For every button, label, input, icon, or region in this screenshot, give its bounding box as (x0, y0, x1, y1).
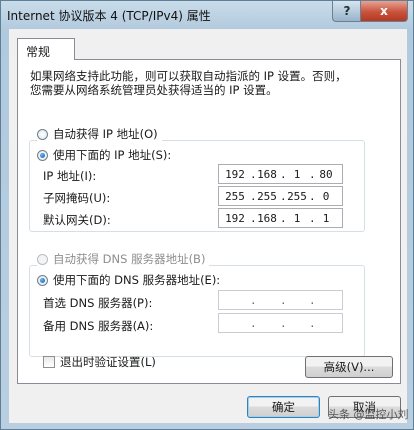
ip-dot: . (250, 317, 257, 330)
validate-settings-label: 退出时验证设置(L) (60, 355, 156, 369)
ip-octet: 1 (293, 168, 301, 181)
radio-manual-ip-indicator (37, 149, 48, 161)
ok-button[interactable]: 确定 (247, 396, 320, 418)
alternate-dns-input[interactable]: . . . (218, 313, 343, 333)
description-line-1: 如果网络支持此功能，则可以获取自动指派的 IP 设置。否则， (30, 69, 347, 83)
radio-auto-dns-label: 自动获得 DNS 服务器地址(B) (53, 252, 206, 266)
preferred-dns-label: 首选 DNS 服务器(P): (43, 296, 153, 310)
ip-dot: . (280, 317, 287, 330)
ip-octet: 192 (225, 212, 245, 225)
default-gateway-input[interactable]: 192. 168. 1. 1 (218, 208, 343, 228)
subnet-mask-label: 子网掩码(U): (43, 191, 111, 205)
window-title: Internet 协议版本 4 (TCP/IPv4) 属性 (7, 9, 211, 23)
ip-octet: 192 (225, 168, 245, 181)
alternate-dns-label: 备用 DNS 服务器(A): (43, 319, 154, 333)
ip-octet: 1 (293, 212, 301, 225)
radio-manual-ip[interactable]: 使用下面的 IP 地址(S): (37, 147, 176, 163)
description-line-2: 您需要从网络系统管理员处获得适当的 IP 设置。 (30, 83, 278, 97)
radio-manual-ip-label: 使用下面的 IP 地址(S): (53, 148, 172, 162)
checkbox-indicator (43, 356, 55, 368)
tab-general[interactable]: 常规 (17, 38, 75, 60)
close-button[interactable]: x (360, 1, 408, 22)
validate-settings-checkbox[interactable]: 退出时验证设置(L) (43, 354, 156, 370)
title-bar[interactable]: Internet 协议版本 4 (TCP/IPv4) 属性 ? x (1, 1, 413, 29)
ip-dot: . (250, 294, 257, 307)
close-icon: x (380, 4, 388, 18)
ip-octet: 0 (322, 190, 330, 203)
description-text: 如果网络支持此功能，则可以获取自动指派的 IP 设置。否则， 您需要从网络系统管… (30, 69, 380, 97)
advanced-button[interactable]: 高级(V)... (305, 356, 393, 378)
radio-auto-ip[interactable]: 自动获得 IP 地址(O) (37, 126, 162, 142)
radio-auto-ip-label: 自动获得 IP 地址(O) (53, 127, 158, 141)
ip-octet: 255 (287, 190, 307, 203)
ip-octet: 255 (225, 190, 245, 203)
preferred-dns-input[interactable]: . . . (218, 290, 343, 310)
ip-dot: . (309, 317, 316, 330)
ip-octet: 168 (257, 168, 277, 181)
ip-octet: 1 (322, 212, 330, 225)
ip-dot: . (280, 294, 287, 307)
dialog-window: Internet 协议版本 4 (TCP/IPv4) 属性 ? x 常规 如果网… (0, 0, 414, 430)
help-icon: ? (343, 4, 351, 18)
ip-address-input[interactable]: 192. 168. 1. 80 (218, 164, 343, 184)
subnet-mask-input[interactable]: 255. 255. 255. 0 (218, 186, 343, 206)
ip-octet: 168 (257, 212, 277, 225)
watermark-text: 头条 @监控小刘 (328, 408, 409, 421)
help-button[interactable]: ? (332, 1, 362, 22)
ip-octet: 80 (319, 168, 333, 181)
radio-auto-dns[interactable]: 自动获得 DNS 服务器地址(B) (37, 251, 210, 267)
radio-manual-dns[interactable]: 使用下面的 DNS 服务器地址(E): (37, 272, 225, 288)
ip-address-label: IP 地址(I): (43, 169, 97, 183)
radio-auto-dns-indicator (37, 253, 48, 265)
radio-manual-dns-indicator (37, 274, 48, 286)
ip-octet: 255 (257, 190, 277, 203)
default-gateway-label: 默认网关(D): (43, 213, 111, 227)
dialog-body: 常规 如果网络支持此功能，则可以获取自动指派的 IP 设置。否则， 您需要从网络… (9, 29, 407, 423)
ip-dot: . (309, 294, 316, 307)
radio-manual-dns-label: 使用下面的 DNS 服务器地址(E): (53, 273, 221, 287)
radio-auto-ip-indicator (37, 128, 48, 140)
